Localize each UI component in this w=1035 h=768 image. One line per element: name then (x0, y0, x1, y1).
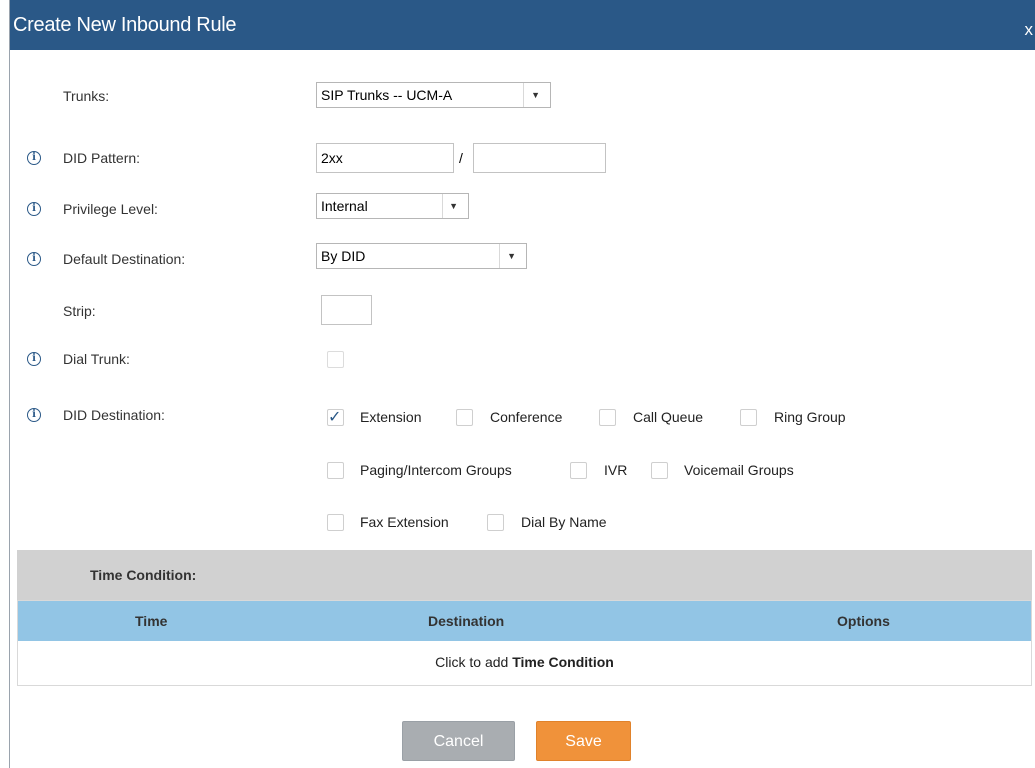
column-header-destination[interactable]: Destination (428, 601, 504, 641)
dial-by-name-checkbox[interactable] (487, 514, 504, 531)
voicemail-groups-option-label: Voicemail Groups (684, 462, 794, 478)
trunks-row: Trunks: SIP Trunks -- UCM-A ▼ (10, 82, 1035, 112)
trunks-select[interactable]: SIP Trunks -- UCM-A ▼ (316, 82, 551, 108)
strip-input[interactable] (321, 295, 372, 325)
column-header-time[interactable]: Time (135, 601, 167, 641)
dial-trunk-row: i Dial Trunk: (10, 346, 1035, 376)
default-destination-label: Default Destination: (63, 251, 186, 267)
trunks-label: Trunks: (63, 88, 110, 104)
did-destination-label: DID Destination: (63, 407, 165, 423)
extension-checkbox[interactable]: ✓ (327, 409, 344, 426)
table-header: Time Destination Options (18, 601, 1031, 641)
privilege-level-select[interactable]: Internal ▼ (316, 193, 469, 219)
privilege-level-label: Privilege Level: (63, 201, 158, 217)
ring-group-checkbox[interactable] (740, 409, 757, 426)
time-condition-title: Time Condition: (90, 567, 197, 583)
default-destination-select[interactable]: By DID ▼ (316, 243, 527, 269)
add-time-condition-prefix: Click to add (435, 654, 513, 670)
fax-extension-option-label: Fax Extension (360, 514, 449, 530)
info-icon[interactable]: i (27, 352, 41, 366)
time-condition-table: Time Destination Options Click to add Ti… (17, 600, 1032, 686)
ivr-checkbox[interactable] (570, 462, 587, 479)
add-time-condition-link[interactable]: Time Condition (512, 654, 614, 670)
ivr-option-label: IVR (604, 462, 628, 478)
dialog-titlebar: Create New Inbound Rule x (10, 0, 1035, 50)
dial-trunk-label: Dial Trunk: (63, 351, 130, 367)
strip-label: Strip: (63, 303, 96, 319)
did-pattern-separator: / (459, 150, 463, 166)
info-icon[interactable]: i (27, 202, 41, 216)
did-pattern-label: DID Pattern: (63, 150, 141, 166)
info-icon[interactable]: i (27, 408, 41, 422)
column-header-options[interactable]: Options (837, 601, 890, 641)
strip-row: Strip: (10, 295, 1035, 325)
did-destination-row: i DID Destination: ✓ Extension Conferenc… (10, 400, 1035, 540)
default-destination-value: By DID (321, 248, 366, 264)
trunks-value: SIP Trunks -- UCM-A (321, 87, 453, 103)
dialog-title: Create New Inbound Rule (13, 14, 237, 36)
call-queue-checkbox[interactable] (599, 409, 616, 426)
dial-by-name-option-label: Dial By Name (521, 514, 607, 530)
save-button[interactable]: Save (536, 721, 631, 761)
close-icon[interactable]: x (1025, 0, 1034, 60)
paging-intercom-option-label: Paging/Intercom Groups (360, 462, 512, 478)
ring-group-option-label: Ring Group (774, 409, 846, 425)
extension-option-label: Extension (360, 409, 422, 425)
cancel-button[interactable]: Cancel (402, 721, 515, 761)
fax-extension-checkbox[interactable] (327, 514, 344, 531)
check-icon: ✓ (328, 409, 342, 426)
time-condition-header: Time Condition: (17, 550, 1032, 600)
call-queue-option-label: Call Queue (633, 409, 704, 425)
paging-intercom-checkbox[interactable] (327, 462, 344, 479)
conference-option-label: Conference (490, 409, 563, 425)
did-pattern-input[interactable] (316, 143, 454, 173)
did-pattern-second-input[interactable] (473, 143, 606, 173)
did-pattern-row: i DID Pattern: / (10, 143, 1035, 173)
info-icon[interactable]: i (27, 151, 41, 165)
chevron-down-icon: ▼ (507, 251, 516, 261)
default-destination-row: i Default Destination: By DID ▼ (10, 243, 1035, 273)
create-inbound-rule-dialog: Create New Inbound Rule x Trunks: SIP Tr… (9, 0, 1035, 768)
conference-checkbox[interactable] (456, 409, 473, 426)
add-time-condition-row[interactable]: Click to add Time Condition (18, 641, 1031, 685)
chevron-down-icon: ▼ (449, 201, 458, 211)
privilege-level-value: Internal (321, 198, 368, 214)
privilege-level-row: i Privilege Level: Internal ▼ (10, 193, 1035, 223)
info-icon[interactable]: i (27, 252, 41, 266)
chevron-down-icon: ▼ (531, 90, 540, 100)
dial-trunk-checkbox[interactable] (327, 351, 344, 368)
voicemail-groups-checkbox[interactable] (651, 462, 668, 479)
